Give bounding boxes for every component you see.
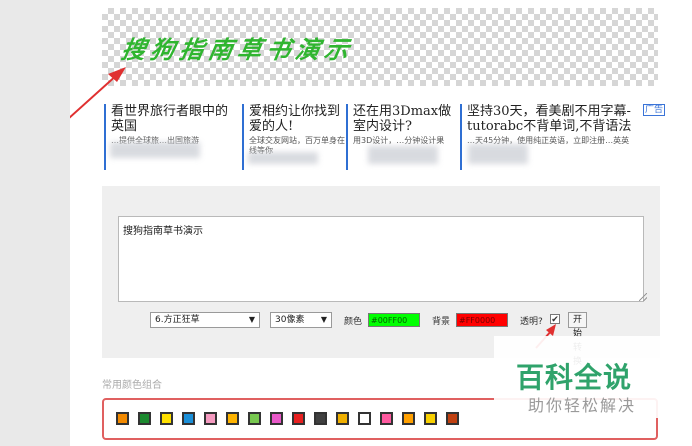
preview-canvas: 搜狗指南草书演示 bbox=[102, 8, 658, 86]
text-color-field[interactable]: #00FF00 bbox=[368, 313, 420, 327]
color-chip[interactable] bbox=[182, 412, 195, 425]
chevron-down-icon: ▼ bbox=[320, 315, 327, 324]
convert-button[interactable]: 开始转换 bbox=[568, 312, 588, 367]
color-chip[interactable] bbox=[160, 412, 173, 425]
ad-item[interactable]: 坚持30天，看美剧不用字幕-tutorabc不背单词,不背语法 …天45分钟，使… bbox=[460, 104, 665, 170]
color-chip[interactable] bbox=[138, 412, 151, 425]
ad-item[interactable]: 爱相约让你找到爱的人! 全球交友网站，百万单身在线等你 bbox=[242, 104, 349, 170]
font-select[interactable]: 6.方正狂草 ▼ bbox=[150, 312, 260, 328]
color-chip[interactable] bbox=[292, 412, 305, 425]
watermark-subtitle: 助你轻松解决 bbox=[528, 396, 637, 415]
color-chip[interactable] bbox=[358, 412, 371, 425]
chevron-down-icon: ▼ bbox=[248, 315, 255, 324]
ad-badge: 广告 bbox=[642, 104, 665, 116]
converter-form: 搜狗指南草书演示 6.方正狂草 ▼ 30像素 ▼ 颜色 #00FF00 背景 #… bbox=[102, 186, 660, 367]
color-chip[interactable] bbox=[424, 412, 437, 425]
size-select[interactable]: 30像素 ▼ bbox=[270, 312, 332, 328]
ad-title[interactable]: 还在用3Dmax做室内设计? bbox=[353, 104, 463, 134]
color-chip[interactable] bbox=[116, 412, 129, 425]
ad-title[interactable]: 坚持30天，看美剧不用字幕-tutorabc不背单词,不背语法 bbox=[467, 104, 665, 134]
size-select-value: 30像素 bbox=[275, 315, 305, 325]
ad-title[interactable]: 爱相约让你找到爱的人! bbox=[249, 104, 349, 134]
color-chip[interactable] bbox=[226, 412, 239, 425]
blur-overlay bbox=[368, 146, 438, 164]
ad-desc: 用3D设计，…分钟设计果 bbox=[353, 136, 445, 145]
color-label: 颜色 bbox=[344, 317, 363, 327]
ad-title[interactable]: 看世界旅行者眼中的英国 bbox=[111, 104, 239, 134]
ad-item[interactable]: 还在用3Dmax做室内设计? 用3D设计，…分钟设计果 bbox=[346, 104, 463, 170]
ad-item[interactable]: 看世界旅行者眼中的英国 …提供全球旅…出国旅游 bbox=[104, 104, 239, 170]
text-input[interactable]: 搜狗指南草书演示 bbox=[118, 216, 644, 302]
blur-overlay bbox=[110, 142, 200, 158]
color-chip[interactable] bbox=[314, 412, 327, 425]
palette-title: 常用颜色组合 bbox=[102, 380, 162, 391]
watermark-title: 百科全说 bbox=[516, 361, 633, 394]
page: 搜狗指南草书演示 看世界旅行者眼中的英国 …提供全球旅…出国旅游 爱相约让你找到… bbox=[70, 0, 692, 446]
resize-grip-icon[interactable] bbox=[639, 293, 647, 301]
color-chip[interactable] bbox=[204, 412, 217, 425]
preview-text: 搜狗指南草书演示 bbox=[119, 35, 357, 64]
background-label: 背景 bbox=[432, 317, 451, 327]
blur-overlay bbox=[248, 152, 318, 164]
color-chip[interactable] bbox=[446, 412, 459, 425]
color-chip[interactable] bbox=[402, 412, 415, 425]
watermark: 百科全说 助你轻松解决 bbox=[494, 336, 692, 418]
blur-overlay bbox=[468, 144, 528, 164]
font-select-value: 6.方正狂草 bbox=[155, 315, 200, 325]
bg-color-field[interactable]: #FF0000 bbox=[456, 313, 508, 327]
color-chip[interactable] bbox=[336, 412, 349, 425]
color-chip[interactable] bbox=[270, 412, 283, 425]
ad-strip: 看世界旅行者眼中的英国 …提供全球旅…出国旅游 爱相约让你找到爱的人! 全球交友… bbox=[104, 104, 665, 170]
color-chip[interactable] bbox=[380, 412, 393, 425]
color-chip[interactable] bbox=[248, 412, 261, 425]
